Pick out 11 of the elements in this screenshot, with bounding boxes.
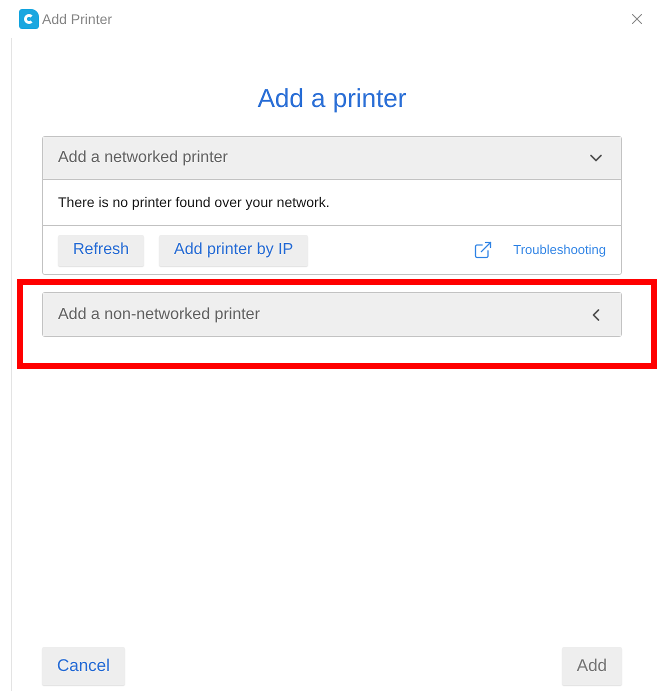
troubleshooting-link[interactable]: Troubleshooting — [513, 240, 606, 260]
accordion-header[interactable]: Add a non-networked printer — [43, 293, 621, 336]
external-link-icon — [473, 240, 494, 260]
app-logo-icon — [19, 9, 39, 29]
window-title: Add Printer — [42, 10, 112, 28]
accordion-header[interactable]: Add a networked printer — [43, 137, 621, 180]
status-message: There is no printer found over your network. — [58, 193, 330, 212]
action-button[interactable]: Refresh — [58, 234, 144, 266]
cancel-button[interactable]: Cancel — [42, 647, 125, 685]
action-button[interactable]: Add printer by IP — [159, 234, 308, 266]
dialog-heading: Add a printer — [256, 82, 408, 115]
